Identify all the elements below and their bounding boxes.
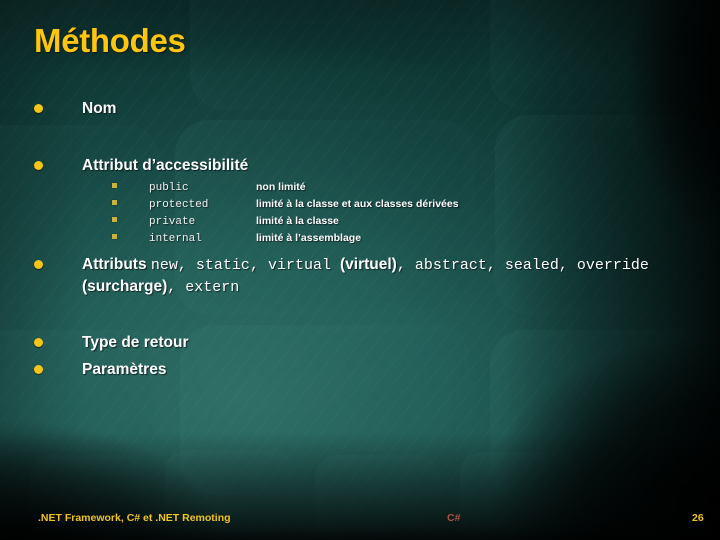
attributs-token: , xyxy=(486,257,505,274)
attributs-token: static xyxy=(195,257,250,274)
attributs-token: abstract xyxy=(414,257,487,274)
table-row: private limité à la classe xyxy=(112,215,459,232)
bullet-item-nom: Nom xyxy=(34,98,116,119)
attributs-token: new xyxy=(150,257,178,274)
bullet-item-parametres: Paramètres xyxy=(34,359,166,380)
bullet-dot-icon xyxy=(34,161,43,170)
bullet-label-attribut: Attribut d’accessibilité xyxy=(82,157,249,174)
modifier-keyword: protected xyxy=(149,199,209,211)
table-row: public non limité xyxy=(112,181,459,198)
footer-page-number: 26 xyxy=(692,512,704,524)
bullet-label-nom: Nom xyxy=(82,100,117,117)
attributs-token xyxy=(331,257,340,274)
bullet-label-parametres: Paramètres xyxy=(82,361,167,378)
attributs-token: , xyxy=(558,257,577,274)
bullet-label-type-de-retour: Type de retour xyxy=(82,334,189,351)
slide-title: Méthodes xyxy=(34,22,186,59)
attributs-keyword-list: new, static, virtual (virtuel), abstract… xyxy=(82,256,649,296)
presentation-slide: Méthodes Nom Attribut d’accessibilité pu… xyxy=(0,0,720,540)
modifier-description: non limité xyxy=(256,181,306,193)
sub-bullet-square-icon xyxy=(112,234,117,239)
slide-footer: .NET Framework, C# et .NET Remoting C# 2… xyxy=(0,512,720,540)
attributs-token: , xyxy=(177,257,196,274)
modifier-keyword: internal xyxy=(149,233,202,245)
sub-bullet-square-icon xyxy=(112,183,117,188)
attributs-token: (surcharge) xyxy=(82,278,168,295)
bullet-dot-icon xyxy=(34,104,43,113)
attributs-token: , xyxy=(167,279,186,296)
attributs-token: , xyxy=(249,257,268,274)
bullet-item-type-de-retour: Type de retour xyxy=(34,332,189,353)
modifier-keyword: private xyxy=(149,216,196,228)
attributs-token: (virtuel) xyxy=(339,256,397,273)
attributs-token: virtual xyxy=(267,257,331,274)
modifier-description: limité à l’assemblage xyxy=(256,232,362,244)
bullet-item-attribut: Attribut d’accessibilité xyxy=(34,155,248,176)
attributs-token: override xyxy=(576,257,649,274)
footer-presentation-title: .NET Framework, C# et .NET Remoting xyxy=(38,512,231,524)
modifier-description: limité à la classe xyxy=(256,215,339,227)
bullet-dot-icon xyxy=(34,338,43,347)
attributs-token: , xyxy=(396,257,415,274)
bullet-dot-icon xyxy=(34,260,43,269)
sub-bullet-square-icon xyxy=(112,217,117,222)
modifier-keyword: public xyxy=(149,182,189,194)
table-row: internal limité à l’assemblage xyxy=(112,232,459,249)
sub-bullet-square-icon xyxy=(112,200,117,205)
accessibility-modifiers-table: public non limité protected limité à la … xyxy=(112,181,459,249)
slide-content: Méthodes Nom Attribut d’accessibilité pu… xyxy=(0,0,720,540)
modifier-description: limité à la classe et aux classes dérivé… xyxy=(256,198,459,210)
attributs-token: sealed xyxy=(504,257,559,274)
footer-section-label: C# xyxy=(447,512,461,524)
attributs-token: extern xyxy=(185,279,240,296)
attributs-label: Attributs xyxy=(82,256,147,273)
bullet-label-attributs: Attributs new, static, virtual (virtuel)… xyxy=(82,254,682,298)
bullet-dot-icon xyxy=(34,365,43,374)
bullet-item-attributs: Attributs new, static, virtual (virtuel)… xyxy=(34,254,682,298)
table-row: protected limité à la classe et aux clas… xyxy=(112,198,459,215)
